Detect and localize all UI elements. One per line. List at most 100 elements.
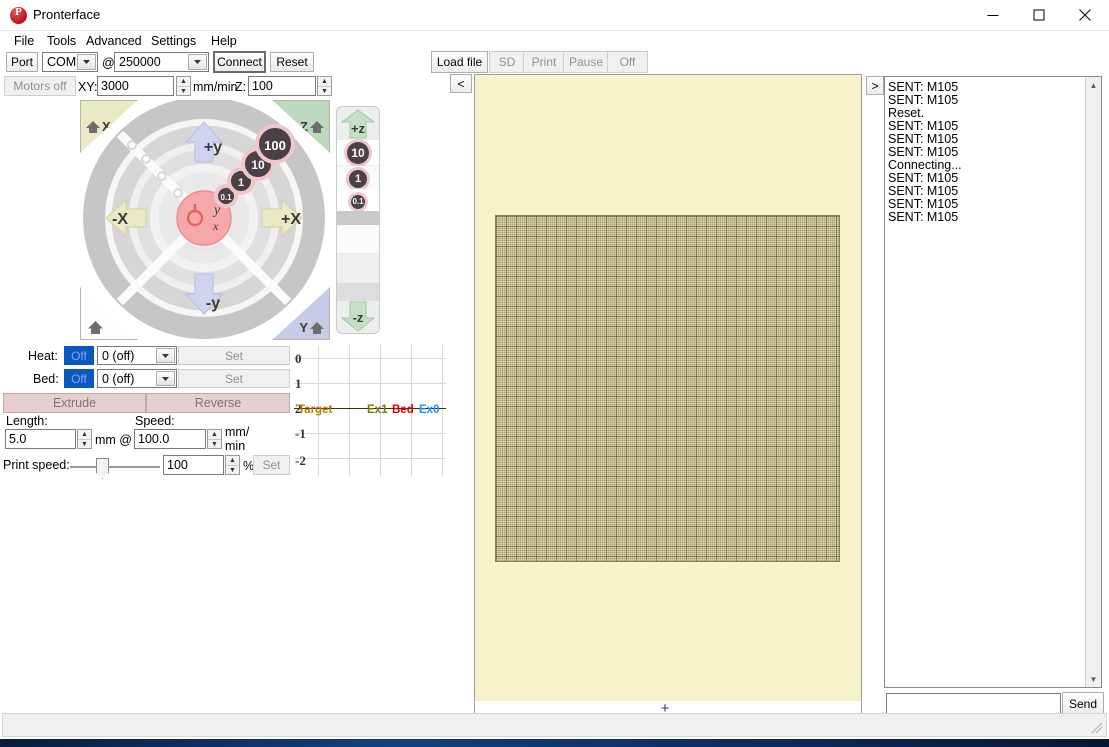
heat-toggle-button[interactable]: Off	[64, 346, 94, 365]
svg-text:-X: -X	[112, 211, 128, 228]
xy-feedrate-label: XY:	[78, 80, 97, 94]
baudrate-value: 250000	[119, 55, 161, 69]
chevron-down-icon[interactable]	[156, 371, 175, 386]
z-step-0-1-label: 0.1	[351, 195, 365, 209]
log-scrollbar[interactable]: ▲ ▼	[1085, 77, 1101, 687]
print-speed-set-button[interactable]: Set	[253, 455, 290, 475]
xy-feedrate-stepper[interactable]: ▲▼	[176, 76, 191, 96]
menu-file[interactable]: File	[10, 33, 38, 49]
xy-feedrate-input[interactable]: 3000	[97, 76, 174, 96]
z-slot-empty-3[interactable]	[337, 254, 379, 282]
stepper-down-icon[interactable]: ▼	[226, 466, 239, 475]
stepper-up-icon[interactable]: ▲	[208, 430, 221, 440]
print-speed-input[interactable]: 100	[163, 455, 224, 475]
minimize-button[interactable]	[970, 0, 1016, 30]
svg-text:-y: -y	[206, 295, 220, 312]
reverse-button[interactable]: Reverse	[146, 393, 290, 413]
maximize-button[interactable]	[1016, 0, 1062, 30]
z-jog-column[interactable]: +z 10 1 0.1 -z	[336, 106, 380, 334]
sd-button[interactable]: SD	[489, 51, 525, 73]
extrude-button[interactable]: Extrude	[3, 393, 146, 413]
stepper-down-icon[interactable]: ▼	[78, 440, 91, 449]
heat-set-button[interactable]: Set	[178, 346, 290, 365]
stepper-down-icon[interactable]: ▼	[208, 440, 221, 449]
expand-log-button[interactable]: >	[866, 76, 884, 95]
resize-grip-icon[interactable]	[1091, 722, 1103, 734]
bed-preset-select[interactable]: 0 (off)	[97, 369, 177, 388]
jog-dial-graphic[interactable]: y x 0.1 1 10 100 +y -y +X -X	[80, 100, 330, 340]
menu-tools[interactable]: Tools	[43, 33, 80, 49]
command-input[interactable]	[886, 693, 1061, 715]
collapse-left-button[interactable]: <	[450, 74, 472, 93]
mm-at-label: mm @	[95, 433, 132, 447]
menu-settings[interactable]: Settings	[147, 33, 200, 49]
baudrate-select[interactable]: 250000	[114, 52, 209, 72]
scroll-up-button[interactable]: ▲	[1086, 77, 1101, 93]
motors-off-button[interactable]: Motors off	[4, 76, 76, 96]
off-button[interactable]: Off	[607, 51, 648, 73]
port-button[interactable]: Port	[6, 52, 38, 72]
stepper-up-icon[interactable]: ▲	[78, 430, 91, 440]
temperature-graph[interactable]: 2 1 0 -1 -2 Target Ex1 Bed Ex0	[294, 345, 446, 476]
xy-jog-dial[interactable]: y x 0.1 1 10 100 +y -y +X -X X Z	[80, 100, 330, 340]
z-step-1-button[interactable]: 1	[337, 166, 379, 191]
z-feedrate-input[interactable]: 100	[248, 76, 316, 96]
pronterface-window: P Pronterface File Tools Advanced Settin…	[0, 0, 1109, 747]
build-plate-grid	[495, 215, 840, 562]
chevron-down-icon[interactable]	[156, 348, 175, 363]
window-title: Pronterface	[33, 7, 100, 22]
print-speed-slider[interactable]	[70, 455, 160, 479]
svg-text:+y: +y	[204, 139, 222, 156]
z-up-button[interactable]: +z	[341, 109, 375, 139]
stepper-up-icon[interactable]: ▲	[177, 77, 190, 87]
status-bar	[2, 713, 1107, 737]
port-select[interactable]: COM3	[42, 52, 98, 72]
bed-preset-value: 0 (off)	[102, 372, 134, 386]
z-feedrate-label: Z:	[235, 80, 246, 94]
length-input[interactable]: 5.0	[5, 429, 76, 449]
menu-help[interactable]: Help	[207, 33, 241, 49]
svg-text:x: x	[212, 219, 219, 233]
heat-preset-value: 0 (off)	[102, 349, 134, 363]
feedrate-units-label: mm/min	[193, 80, 237, 94]
speed-input[interactable]: 100.0	[134, 429, 206, 449]
pause-button[interactable]: Pause	[563, 51, 609, 73]
stepper-down-icon[interactable]: ▼	[177, 87, 190, 96]
log-line: SENT: M105	[885, 211, 1085, 224]
bed-set-button[interactable]: Set	[178, 369, 290, 388]
bed-toggle-button[interactable]: Off	[64, 369, 94, 388]
graph-legend-target: Target	[298, 404, 332, 416]
stepper-down-icon[interactable]: ▼	[318, 87, 331, 96]
print-speed-stepper[interactable]: ▲▼	[225, 455, 240, 475]
chevron-down-icon[interactable]	[188, 54, 207, 70]
speed-units-2: min	[225, 440, 245, 452]
z-down-button[interactable]: -z	[341, 301, 375, 332]
slider-thumb[interactable]	[96, 458, 109, 479]
speed-units-1: mm/	[225, 426, 249, 438]
speed-stepper[interactable]: ▲▼	[207, 429, 222, 449]
length-stepper[interactable]: ▲▼	[77, 429, 92, 449]
load-file-button[interactable]: Load file	[431, 51, 488, 73]
reset-button[interactable]: Reset	[270, 52, 314, 72]
graph-legend-ex1: Ex1	[367, 404, 387, 416]
heat-preset-select[interactable]: 0 (off)	[97, 346, 177, 365]
app-logo-letter: P	[10, 6, 27, 18]
z-slot-empty-4[interactable]	[337, 283, 379, 301]
stepper-up-icon[interactable]: ▲	[226, 456, 239, 466]
print-button[interactable]: Print	[523, 51, 565, 73]
z-slot-empty-2[interactable]	[337, 225, 379, 253]
z-step-10-button[interactable]: 10	[337, 140, 379, 165]
connect-button[interactable]: Connect	[213, 51, 266, 73]
serial-log-panel[interactable]: SENT: M105 SENT: M105 Reset. SENT: M105 …	[884, 76, 1102, 688]
close-button[interactable]	[1062, 0, 1108, 30]
gcode-viewport[interactable]	[474, 74, 862, 719]
home-icon	[309, 120, 325, 134]
z-feedrate-stepper[interactable]: ▲▼	[317, 76, 332, 96]
chevron-down-icon[interactable]	[77, 54, 96, 70]
build-area[interactable]	[475, 75, 861, 701]
menu-advanced[interactable]: Advanced	[82, 33, 146, 49]
print-speed-label: Print speed:	[3, 458, 70, 472]
svg-text:+z: +z	[351, 121, 366, 136]
scroll-down-button[interactable]: ▼	[1086, 671, 1101, 687]
stepper-up-icon[interactable]: ▲	[318, 77, 331, 87]
